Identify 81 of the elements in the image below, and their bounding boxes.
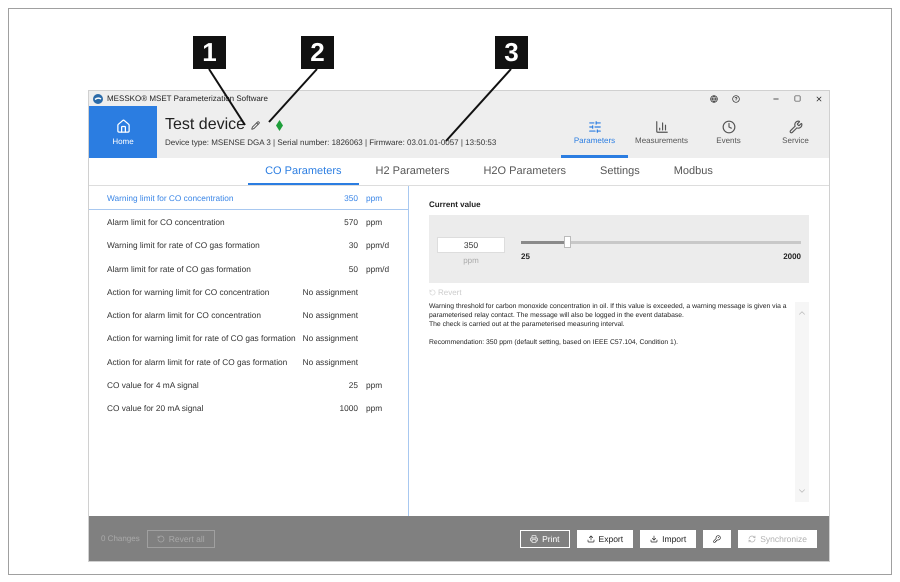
parameter-value: 1000 xyxy=(340,403,358,414)
parameter-name: Action for warning limit for rate of CO gas formation xyxy=(107,333,297,344)
pencil-icon[interactable] xyxy=(251,120,260,130)
tab[interactable]: Settings xyxy=(583,158,657,185)
bar-chart-icon xyxy=(654,120,668,134)
parameter-row[interactable]: CO value for 4 mA signal 25 ppm xyxy=(89,373,408,397)
parameter-unit: ppm xyxy=(366,193,382,204)
close-icon[interactable] xyxy=(815,94,823,102)
parameter-name: Alarm limit for CO concentration xyxy=(107,216,226,227)
nav-tab[interactable]: Service xyxy=(762,106,829,158)
tab[interactable]: H2O Parameters xyxy=(466,158,584,185)
parameter-unit: ppm xyxy=(366,380,382,390)
unit-label: ppm xyxy=(463,256,479,264)
parameter-value: No assignment xyxy=(302,333,358,344)
tab[interactable]: CO Parameters xyxy=(248,158,358,185)
parameter-unit: ppm xyxy=(366,403,382,414)
slider-thumb[interactable] xyxy=(564,236,572,248)
parameter-name: Alarm limit for rate of CO gas formation xyxy=(107,264,252,274)
parameter-row[interactable]: Alarm limit for rate of CO gas formation 50 ppm/d xyxy=(89,256,408,280)
maximize-icon[interactable] xyxy=(794,95,801,102)
parameter-value: No assignment xyxy=(302,310,358,320)
footer-button[interactable]: Export xyxy=(576,530,634,548)
parameter-unit: ppm/d xyxy=(366,240,390,250)
nav-tab[interactable]: Parameters xyxy=(561,106,628,158)
parameter-row[interactable]: Warning limit for rate of CO gas formation 30 ppm/d xyxy=(89,234,408,257)
parameter-row[interactable]: Alarm limit for CO concentration 570 ppm xyxy=(89,210,408,234)
parameter-row[interactable]: Action for alarm limit for CO concentration No assignment xyxy=(89,303,408,327)
clock-icon xyxy=(722,120,736,134)
globe-icon[interactable] xyxy=(710,94,718,102)
tab[interactable]: H2 Parameters xyxy=(358,158,466,185)
callout-number: 2 xyxy=(301,36,334,69)
parameter-name: Action for warning limit for CO concentration xyxy=(107,286,270,297)
parameter-value: 30 xyxy=(348,240,358,250)
undo-icon xyxy=(156,534,165,542)
wrench-icon xyxy=(788,120,802,134)
home-icon xyxy=(116,118,130,134)
tab[interactable]: Modbus xyxy=(656,158,730,185)
section-heading: Current value xyxy=(429,200,482,209)
app-logo-icon xyxy=(93,94,103,104)
parameter-value: 570 xyxy=(344,216,358,227)
footer-button[interactable]: Print xyxy=(520,530,570,548)
upload-icon xyxy=(586,534,595,542)
parameter-value: 50 xyxy=(348,264,358,274)
parameter-row[interactable]: Action for alarm limit for rate of CO gas formation No assignment xyxy=(89,350,408,374)
parameter-name: Action for alarm limit for rate of CO gas formation xyxy=(107,356,288,367)
undo-icon xyxy=(429,289,436,296)
callout-number: 3 xyxy=(495,36,528,69)
parameter-name: CO value for 4 mA signal xyxy=(107,380,200,390)
parameter-value: 25 xyxy=(348,380,358,390)
parameter-value: No assignment xyxy=(302,286,358,297)
slider-max: 2000 xyxy=(783,252,801,261)
sync-icon xyxy=(748,534,756,542)
parameter-row[interactable]: CO value for 20 mA signal 1000 ppm xyxy=(89,396,408,420)
printer-icon xyxy=(530,534,538,542)
nav-tab[interactable]: Measurements xyxy=(628,106,695,158)
parameter-row[interactable]: Action for warning limit for rate of CO gas formation No assignment xyxy=(89,326,408,350)
parameter-name: CO value for 20 mA signal xyxy=(107,403,204,414)
footer-button[interactable]: Import xyxy=(640,530,696,548)
parameter-value: No assignment xyxy=(302,356,358,367)
parameter-name: Warning limit for rate of CO gas formation xyxy=(107,240,261,250)
parameter-name: Action for alarm limit for CO concentration xyxy=(107,310,262,320)
parameter-row[interactable]: Action for warning limit for CO concentration No assignment xyxy=(89,280,408,304)
parameter-unit: ppm xyxy=(366,216,382,227)
help-icon[interactable] xyxy=(732,94,740,102)
leader-line xyxy=(268,68,318,123)
status-icon xyxy=(276,120,284,130)
parameter-value: 350 xyxy=(344,193,358,204)
device-info: Device type: MSENSE DGA 3 | Serial number: 1826063 | Firmware: 03.01.01-0057 | 13:50:53 xyxy=(165,138,498,147)
device-name: Test device xyxy=(165,116,246,134)
parameter-unit: ppm/d xyxy=(366,264,390,274)
sliders-icon xyxy=(588,120,602,134)
download-icon xyxy=(650,534,658,542)
parameter-row[interactable]: Warning limit for CO concentration 350 ppm xyxy=(89,187,408,210)
value-field[interactable]: 350 xyxy=(437,236,505,252)
nav-tab[interactable]: Events xyxy=(695,106,762,158)
key-icon xyxy=(713,534,722,542)
key-button[interactable] xyxy=(703,530,732,548)
slider-min: 25 xyxy=(521,252,530,261)
home-button[interactable]: Home xyxy=(89,106,157,158)
callout-number: 1 xyxy=(193,36,226,69)
parameter-name: Warning limit for CO concentration xyxy=(107,193,234,204)
